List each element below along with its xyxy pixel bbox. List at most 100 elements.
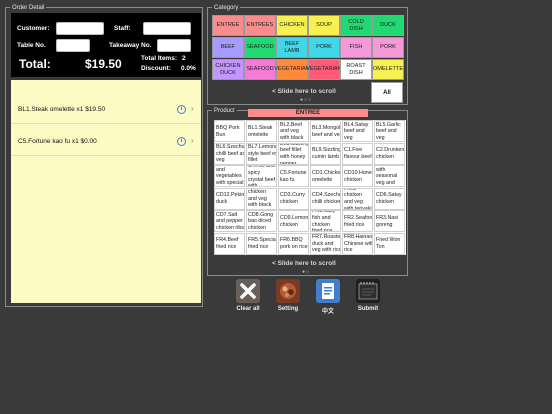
discount-value: 0.0% [181,65,196,72]
product-button[interactable]: Sliced duck and vegetables with special … [214,165,245,187]
category-panel: Category ENTREE ENTREES CHICKEN SOUP COLD DI… [207,4,408,105]
meal-icon [276,279,300,303]
product-button[interactable]: BL7.Lemonese style beef eye fillet [246,142,277,165]
category-page-dots: ●○○ [300,97,313,103]
product-button[interactable]: CD6.Satay chicken [374,187,405,210]
product-button[interactable]: C4.Hot and spicy crystal beef with [246,165,277,187]
category-button[interactable]: VEGETARIAN [306,59,342,80]
product-scroll-hint[interactable]: < Slide here to scroll [272,260,336,267]
submit-label: Submit [357,306,379,312]
product-button[interactable]: BL3.Mongolian beef and veg [310,120,341,142]
category-button[interactable]: PORK [372,37,404,58]
product-button[interactable]: FR6.BBQ pork on rice [278,232,309,255]
category-button[interactable]: CHICKEN [276,15,308,36]
submit-button[interactable]: Submit [354,279,382,312]
all-category-button[interactable]: All [371,82,403,103]
product-button[interactable]: FR5.Special fried rice [246,232,277,255]
product-button[interactable]: CD9.Lemon chicken [278,210,309,232]
product-button[interactable]: FR3.Nasi goreng [374,210,405,232]
table-no-label: Table No. [17,42,46,49]
category-button[interactable]: SOUP [308,15,340,36]
category-button[interactable]: SEAFOOD [244,37,276,58]
category-button[interactable]: DUCK [372,15,404,36]
takeaway-no-label: Takeaway No. [109,42,152,49]
category-scroll-hint[interactable]: < Slide here to scroll [272,88,336,95]
category-legend: Category [212,4,241,12]
document-icon [316,279,340,303]
product-button[interactable]: BL5.Garlic beef and veg [374,120,405,142]
product-button[interactable]: FR4.Beef fried rice [214,232,245,255]
order-item[interactable]: BL1.Steak omelette x1 $19.50 i › [11,96,201,124]
product-category-title: ENTREE [248,109,368,117]
setting-label: Setting [277,306,299,312]
order-summary: Customer: Staff: Table No. Takeaway No. … [11,13,201,77]
total-items-label: Total Items: [141,55,177,62]
product-button[interactable]: FR7.Roasted duck and veg with rice [310,232,341,255]
product-button[interactable]: CD7.Salt and pepper chicken ribs [214,210,245,232]
order-detail-legend: Order Detail [10,4,47,12]
setting-button[interactable]: Setting [274,279,302,312]
category-button[interactable]: BEEF LAMB [276,37,308,58]
product-button[interactable]: BL8.Sizzling beef fillet with honey pepp… [278,142,309,165]
category-button[interactable]: COLD DISH [340,15,372,36]
product-button[interactable]: CD1.Chicken omelette [310,165,341,187]
order-item[interactable]: C5.Fortune kao fu x1 $0.00 i › [11,128,201,156]
total-label: Total: [19,57,51,71]
close-icon [236,279,260,303]
category-button[interactable]: PORK [308,37,340,58]
category-button[interactable]: SEAFOOD [244,59,276,80]
table-no-field[interactable] [56,39,90,52]
product-panel: Product ENTREE BBQ Pork Bun BL1.Steak ome… [207,107,408,276]
category-button[interactable]: ROAST DISH [340,59,372,80]
order-item-text: BL1.Steak omelette x1 $19.50 [18,106,106,113]
info-icon[interactable]: i [177,137,186,146]
category-button[interactable]: VEGETARIAN [274,59,310,80]
product-button[interactable]: CD3.Curry chicken [278,187,309,210]
customer-field[interactable] [56,22,104,35]
category-button[interactable]: ENTREE [212,15,244,36]
category-grid: ENTREE ENTREES CHICKEN SOUP COLD DISH DUCK BEE… [212,15,404,91]
product-button[interactable]: FR1.Salty fish and chicken fried rice [310,210,341,232]
product-button[interactable]: C1.Five flavour beef [342,142,373,165]
product-button[interactable]: CD4.Szechuan chilli chicken [310,187,341,210]
product-button[interactable]: CD10.Honey chicken [342,165,373,187]
order-detail-panel: Order Detail Customer: Staff: Table No. … [5,4,203,307]
chevron-right-icon: › [191,136,194,145]
language-button[interactable]: 中文 [314,279,342,315]
product-button[interactable]: BL2.Beef and veg with black [278,120,309,142]
product-button[interactable]: C5.Fortune kao fu [278,165,309,187]
product-button[interactable]: with seasonal veg and [374,165,405,187]
product-button[interactable]: CD8.Gong bao diced chicken [246,210,277,232]
product-button[interactable]: FR8.Hainanese Chinese with rice [342,232,373,255]
total-items-value: 2 [182,55,186,62]
clear-all-button[interactable]: Clear all [234,279,262,312]
category-button[interactable]: FISH [340,37,372,58]
product-button[interactable]: Fried chicken and veg with black bean [246,187,277,210]
product-button[interactable]: BL4.Satay beef and veg [342,120,373,142]
category-button[interactable]: CHICKEN DUCK [212,59,244,80]
chevron-right-icon: › [191,104,194,113]
order-item-list: BL1.Steak omelette x1 $19.50 i › C5.Fort… [11,80,201,303]
product-button[interactable]: BL9.Sizzling cumin lamb [310,142,341,165]
info-icon[interactable]: i [177,105,186,114]
product-button[interactable]: BL1.Steak omelette [246,120,277,142]
category-button[interactable]: ENTREES [244,15,276,36]
product-page-dots: ●○ [302,269,311,275]
order-item-text: C5.Fortune kao fu x1 $0.00 [18,138,97,145]
product-legend: Product [212,107,237,115]
product-button[interactable]: Fried chicken and veg with teriyaki [342,187,373,210]
category-button[interactable]: OMELETTE [372,59,404,80]
product-button[interactable]: BL6.Szechuan chilli beef and veg [214,142,245,165]
product-button[interactable]: Fried Won Ton [374,232,405,255]
clear-all-label: Clear all [236,306,260,312]
product-button[interactable]: BBQ Pork Bun [214,120,245,142]
category-button[interactable]: BEEF [212,37,244,58]
notepad-icon [356,279,380,303]
product-button[interactable]: FR2.Seafood fried rice [342,210,373,232]
language-label: 中文 [321,309,334,315]
takeaway-no-field[interactable] [157,39,191,52]
product-grid: BBQ Pork Bun BL1.Steak omelette BL2.Beef a… [214,120,406,255]
product-button[interactable]: CD12.Peking duck [214,187,245,210]
product-button[interactable]: C2.Drunken chicken [374,142,405,165]
staff-field[interactable] [143,22,191,35]
